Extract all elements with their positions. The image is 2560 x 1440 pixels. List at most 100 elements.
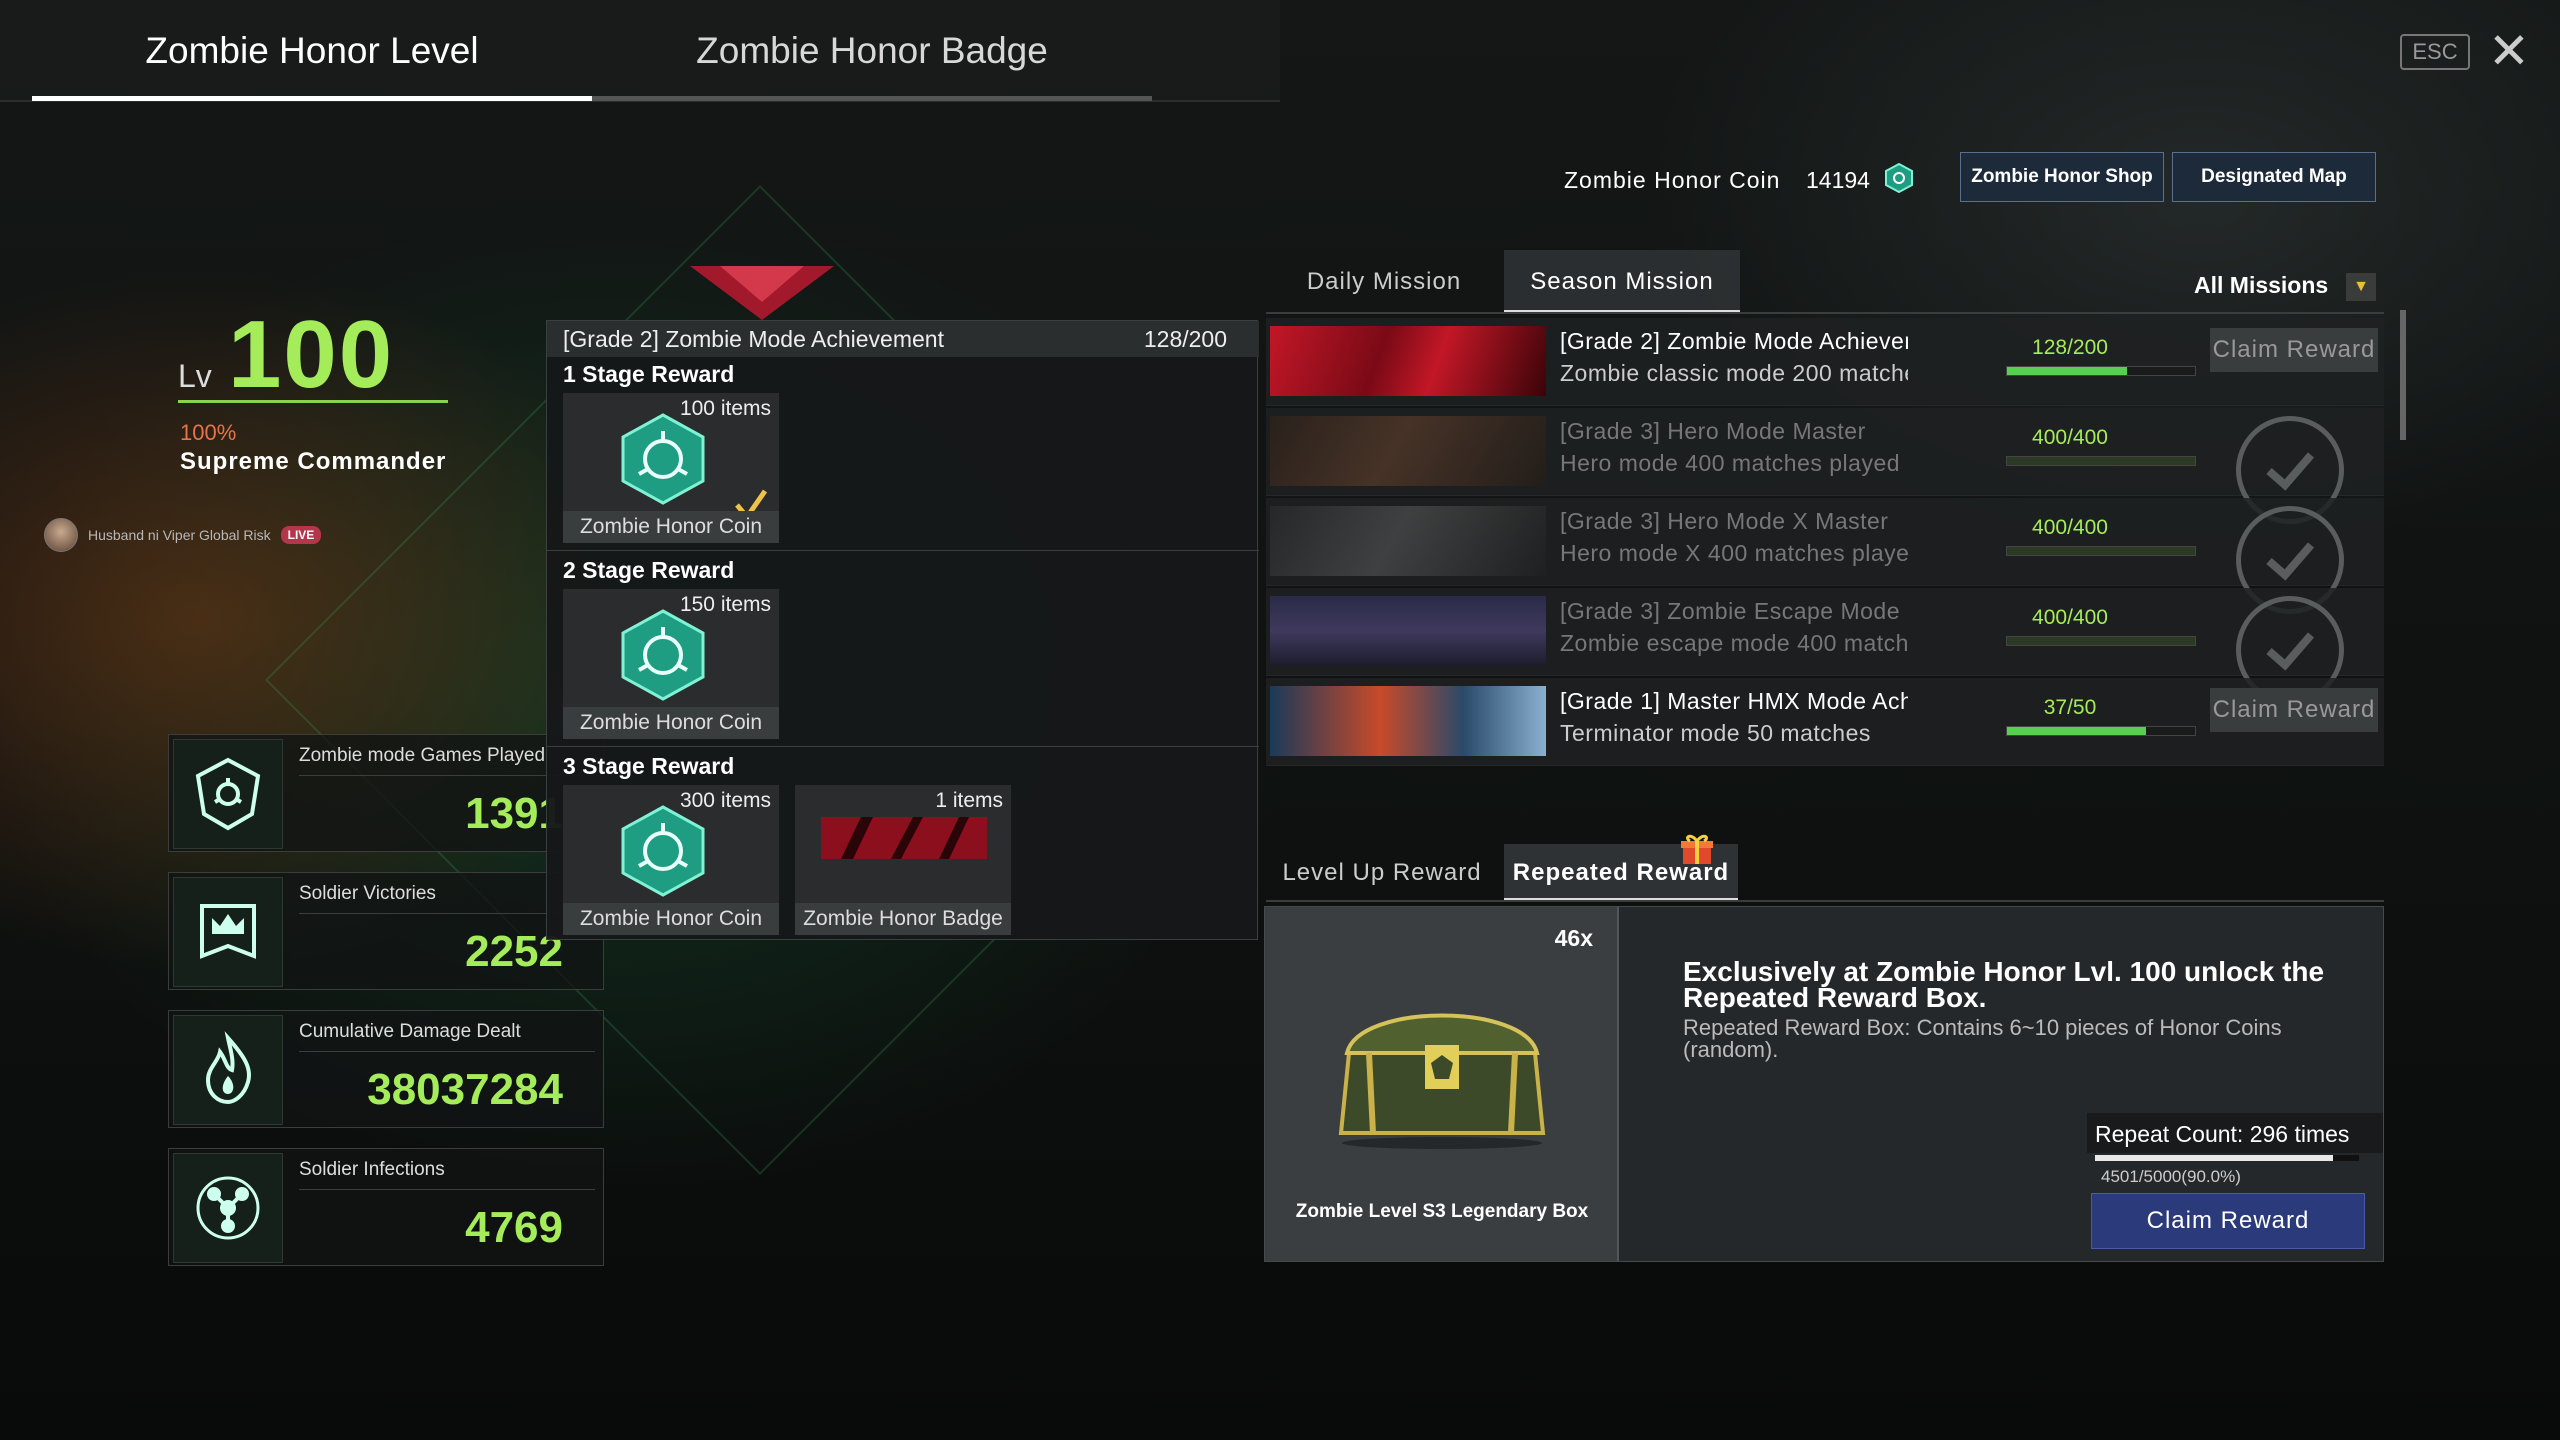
tab-zombie-honor-level[interactable]: Zombie Honor Level xyxy=(32,0,592,102)
honor-badge-icon xyxy=(821,817,987,859)
stat-card-games-played: Zombie mode Games Played 1391 xyxy=(168,734,604,852)
item-name: Zombie Honor Coin xyxy=(563,903,779,935)
stat-card-damage: Cumulative Damage Dealt 38037284 xyxy=(168,1010,604,1128)
honor-coin-icon xyxy=(1885,163,1913,193)
top-tab-bar: Zombie Honor Level Zombie Honor Badge xyxy=(0,0,1280,102)
stage-reward-2: 2 Stage Reward 150 items Zombie Honor Co… xyxy=(547,551,1259,747)
item-name: Zombie Honor Coin xyxy=(563,707,779,739)
tab-active-underline xyxy=(32,96,592,101)
stat-value: 4769 xyxy=(465,1203,563,1252)
reward-item[interactable]: 1 items Zombie Honor Badge xyxy=(795,785,1011,935)
stat-label: Cumulative Damage Dealt xyxy=(299,1021,521,1042)
stat-value: 38037284 xyxy=(367,1065,563,1114)
stage-title: 1 Stage Reward xyxy=(563,361,735,387)
stage-reward-3: 3 Stage Reward 300 items Zombie Honor Co… xyxy=(547,747,1259,943)
mission-row[interactable]: [Grade 2] Zombie Mode Achievement Zombie… xyxy=(1266,318,2384,406)
item-name: Zombie Honor Coin xyxy=(563,511,779,543)
divider xyxy=(1266,900,2384,902)
mission-title: [Grade 3] Hero Mode X Master xyxy=(1560,508,1889,534)
repeated-reward-panel: 46x Zombie Level S3 Legendary Box Exclus… xyxy=(1264,906,2384,1262)
popup-title: [Grade 2] Zombie Mode Achievement xyxy=(563,326,944,352)
tab-level-up-reward[interactable]: Level Up Reward xyxy=(1266,844,1498,902)
mission-title: [Grade 1] Master HMX Mode Achievement xyxy=(1560,688,1908,714)
mission-thumbnail xyxy=(1270,686,1546,756)
zombie-honor-shop-button[interactable]: Zombie Honor Shop xyxy=(1960,152,2164,202)
level-percent: 100% xyxy=(180,420,237,445)
streamer-name: Husband ni Viper Global Risk xyxy=(88,527,271,543)
tab-season-mission[interactable]: Season Mission xyxy=(1504,250,1740,314)
chevron-down-icon[interactable]: ▼ xyxy=(2346,273,2376,301)
popup-progress: 128/200 xyxy=(1143,326,1227,352)
divider xyxy=(299,1189,595,1190)
mission-thumbnail xyxy=(1270,326,1546,396)
mission-progress-text: 400/400 xyxy=(2032,426,2108,449)
mission-progress-text: 400/400 xyxy=(2032,606,2108,629)
designated-map-button[interactable]: Designated Map xyxy=(2172,152,2376,202)
item-count: 150 items xyxy=(679,593,771,616)
claim-reward-button[interactable]: Claim Reward xyxy=(2210,688,2378,732)
mission-row[interactable]: [Grade 3] Zombie Escape Mode Zombie esca… xyxy=(1266,588,2384,704)
virus-icon xyxy=(173,1153,283,1263)
stat-card-victories: Soldier Victories 2252 xyxy=(168,872,604,990)
mission-thumbnail xyxy=(1270,416,1546,486)
mission-description: Zombie escape mode 400 matches xyxy=(1560,630,1908,656)
reward-item[interactable]: 100 items Zombie Honor Coin xyxy=(563,393,779,543)
esc-key-hint[interactable]: ESC xyxy=(2400,34,2470,70)
item-name: Zombie Honor Badge xyxy=(795,903,1011,935)
flame-icon xyxy=(173,1015,283,1125)
stat-label: Soldier Infections xyxy=(299,1159,445,1180)
claim-reward-button[interactable]: Claim Reward xyxy=(2210,328,2378,372)
stage-reward-1: 1 Stage Reward 100 items Zombie Honor Co… xyxy=(547,355,1259,551)
gift-icon xyxy=(1681,834,1713,864)
mission-description: Hero mode 400 matches played xyxy=(1560,450,1901,476)
mission-row[interactable]: [Grade 3] Hero Mode X Master Hero mode X… xyxy=(1266,498,2384,614)
level-prefix: Lv xyxy=(178,358,212,394)
reward-multiplier: 46x xyxy=(1554,925,1593,951)
close-icon[interactable]: ✕ xyxy=(2486,26,2532,76)
tab-underline xyxy=(592,96,1152,101)
crown-banner-icon xyxy=(173,877,283,987)
stage-title: 3 Stage Reward xyxy=(563,753,735,779)
tab-zombie-honor-badge[interactable]: Zombie Honor Badge xyxy=(592,0,1152,102)
mission-row[interactable]: [Grade 3] Hero Mode Master Hero mode 400… xyxy=(1266,408,2384,524)
mission-progress-bar xyxy=(2006,546,2196,556)
reward-chest-card[interactable]: 46x Zombie Level S3 Legendary Box xyxy=(1265,907,1619,1261)
stat-card-infections: Soldier Infections 4769 xyxy=(168,1148,604,1266)
popup-header: [Grade 2] Zombie Mode Achievement 128/20… xyxy=(547,321,1259,357)
mission-progress-text: 128/200 xyxy=(2032,336,2108,359)
honor-coin-icon xyxy=(621,413,705,505)
reward-title: Exclusively at Zombie Honor Lvl. 100 unl… xyxy=(1683,956,2325,1013)
level-underline xyxy=(178,400,448,403)
repeat-progress-text: 4501/5000(90.0%) xyxy=(2101,1167,2241,1186)
stage-reward-popup: [Grade 2] Zombie Mode Achievement 128/20… xyxy=(546,320,1259,943)
level-value: 100 xyxy=(228,301,395,408)
repeat-progress-bar xyxy=(2095,1155,2359,1161)
mission-title: [Grade 2] Zombie Mode Achievement xyxy=(1560,328,1908,354)
mission-description: Terminator mode 50 matches xyxy=(1560,720,1871,746)
item-count: 300 items xyxy=(679,789,771,812)
mission-row[interactable]: [Grade 1] Master HMX Mode Achievement Te… xyxy=(1266,678,2384,766)
reward-description: Repeated Reward Box: Contains 6~10 piece… xyxy=(1683,1015,2282,1062)
claim-reward-button[interactable]: Claim Reward xyxy=(2091,1193,2365,1249)
mission-thumbnail xyxy=(1270,596,1546,666)
reward-item[interactable]: 150 items Zombie Honor Coin xyxy=(563,589,779,739)
repeat-count: Repeat Count: 296 times xyxy=(2087,1113,2383,1153)
reward-item[interactable]: 300 items Zombie Honor Coin xyxy=(563,785,779,935)
mission-filter-label[interactable]: All Missions xyxy=(2194,272,2328,299)
mission-description: Zombie classic mode 200 matches xyxy=(1560,360,1908,386)
honor-coin-icon xyxy=(621,805,705,897)
mission-progress-bar xyxy=(2006,726,2196,736)
live-stream-indicator[interactable]: Husband ni Viper Global Risk LIVE xyxy=(44,518,322,552)
stage-title: 2 Stage Reward xyxy=(563,557,735,583)
biohazard-shield-icon xyxy=(173,739,283,849)
scrollbar[interactable] xyxy=(2400,310,2406,440)
avatar xyxy=(44,518,78,552)
tab-daily-mission[interactable]: Daily Mission xyxy=(1266,250,1502,314)
divider xyxy=(299,1051,595,1052)
honor-coin-icon xyxy=(621,609,705,701)
honor-coin-label: Zombie Honor Coin xyxy=(1564,167,1781,193)
item-count: 100 items xyxy=(679,397,771,420)
mission-description: Hero mode X 400 matches played xyxy=(1560,540,1908,566)
divider xyxy=(1266,312,2384,314)
mission-title: [Grade 3] Hero Mode Master xyxy=(1560,418,1866,444)
